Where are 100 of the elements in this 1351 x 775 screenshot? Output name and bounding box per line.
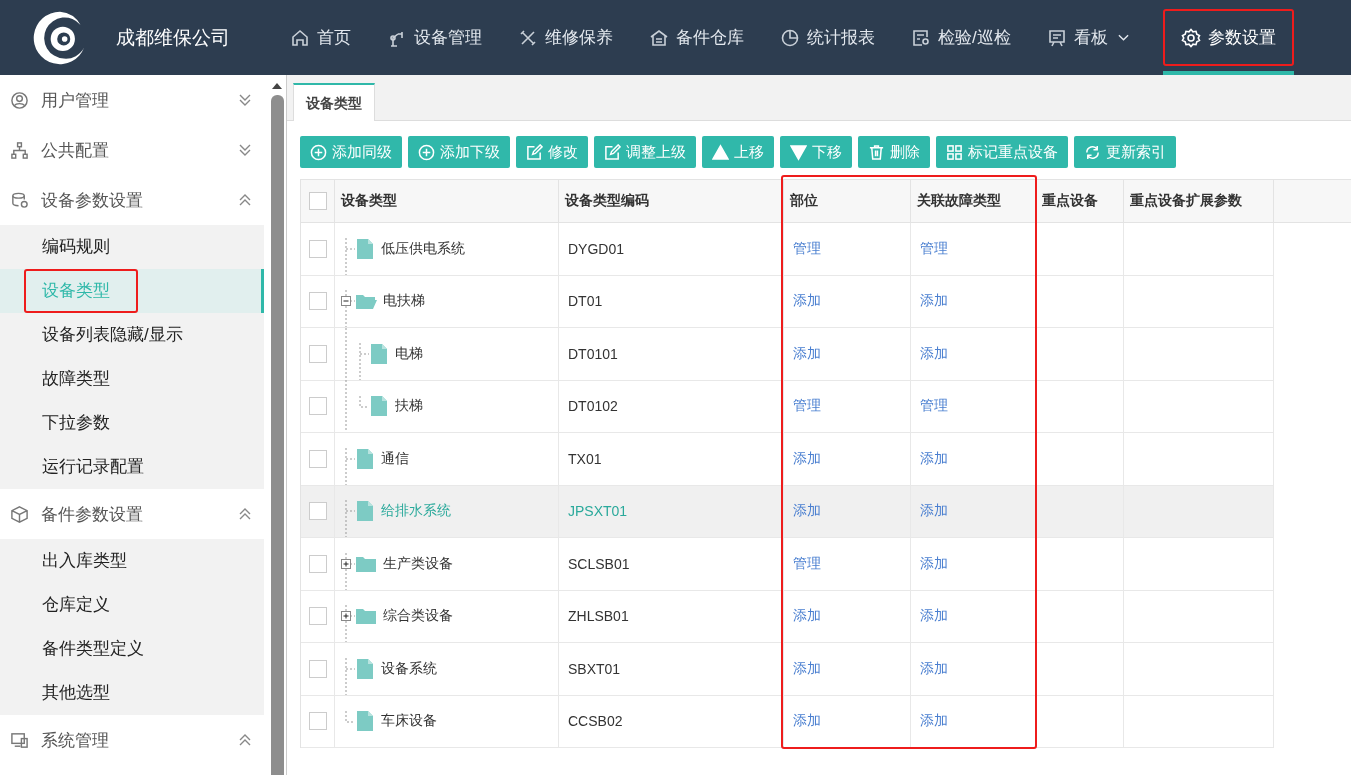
monitor-icon — [10, 730, 29, 750]
row-checkbox[interactable] — [308, 292, 327, 311]
refresh-icon — [1084, 143, 1101, 161]
parts-link[interactable]: 添加 — [793, 502, 821, 521]
user-icon — [10, 90, 29, 110]
table-cell: TX01 — [559, 433, 784, 486]
nav-item[interactable]: 维修保养 — [500, 0, 631, 75]
row-checkbox[interactable] — [308, 554, 327, 573]
row-checkbox[interactable] — [308, 397, 327, 416]
nav-item[interactable]: 看板 — [1028, 0, 1147, 75]
sidebar-item[interactable]: 仓库定义 — [0, 583, 264, 627]
parts-link[interactable]: 管理 — [793, 239, 821, 258]
row-checkbox[interactable] — [308, 449, 327, 468]
table-cell: SBXT01 — [559, 643, 784, 696]
row-checkbox[interactable] — [308, 502, 327, 521]
collapse-icon — [238, 733, 252, 747]
expand-toggle-icon[interactable] — [341, 552, 355, 590]
parts-link[interactable]: 管理 — [793, 397, 821, 416]
company-name: 成都维保公司 — [116, 25, 230, 50]
document-icon — [357, 658, 373, 679]
tree-node-label[interactable]: 电扶梯 — [383, 292, 425, 311]
document-icon — [357, 501, 373, 522]
fault-types-link[interactable]: 添加 — [920, 502, 948, 521]
sidebar-item[interactable]: 下拉参数 — [0, 401, 264, 445]
row-checkbox[interactable] — [308, 607, 327, 626]
row-checkbox[interactable] — [308, 239, 327, 258]
house-icon — [649, 27, 669, 48]
tree-node-label[interactable]: 设备系统 — [381, 659, 437, 678]
fault-types-link[interactable]: 管理 — [920, 397, 948, 416]
tree-node-label[interactable]: 生产类设备 — [383, 554, 453, 573]
row-checkbox[interactable] — [308, 659, 327, 678]
sidebar-item[interactable]: 编码规则 — [0, 225, 264, 269]
nav-item[interactable]: 设备管理 — [369, 0, 500, 75]
tab[interactable]: 设备类型 — [293, 83, 375, 121]
sidebar-item[interactable]: 故障类型 — [0, 357, 264, 401]
parts-link[interactable]: 添加 — [793, 659, 821, 678]
collapse-toggle-icon[interactable] — [341, 290, 355, 327]
folder-icon — [355, 607, 377, 626]
parts-link[interactable]: 添加 — [793, 344, 821, 363]
fault-types-link[interactable]: 添加 — [920, 607, 948, 626]
tree-node-label[interactable]: 低压供电系统 — [381, 239, 465, 258]
sidebar-item[interactable]: 运行记录配置 — [0, 445, 264, 489]
plus-circle-icon — [310, 143, 327, 161]
sidebar-item[interactable]: 其他选型 — [0, 671, 264, 715]
tree-node-label[interactable]: 综合类设备 — [383, 607, 453, 626]
trash-icon — [868, 143, 885, 161]
tree-node-label[interactable]: 通信 — [381, 449, 409, 468]
expand-icon — [238, 93, 252, 107]
open-folder-icon — [355, 292, 377, 311]
nav-item[interactable]: 统计报表 — [762, 0, 893, 75]
fault-types-link[interactable]: 添加 — [920, 712, 948, 731]
nav-item[interactable]: 检验/巡检 — [893, 0, 1029, 75]
scroll-up-icon — [272, 83, 282, 89]
table-cell: DYGD01 — [559, 223, 784, 276]
document-icon — [357, 238, 373, 259]
sidebar-item[interactable]: 出入库类型 — [0, 539, 264, 583]
parts-link[interactable]: 添加 — [793, 449, 821, 468]
parts-link[interactable]: 添加 — [793, 712, 821, 731]
parts-link[interactable]: 管理 — [793, 554, 821, 573]
table-cell: SCLSB01 — [559, 538, 784, 591]
column-header: 部位 — [784, 179, 911, 223]
fault-types-link[interactable]: 添加 — [920, 659, 948, 678]
plus-circle-icon — [418, 143, 435, 161]
edit-icon — [604, 143, 621, 161]
sidebar-item[interactable]: 备件类型定义 — [0, 627, 264, 671]
database-icon — [10, 190, 29, 210]
tree-node-label[interactable]: 车床设备 — [381, 712, 437, 731]
row-checkbox[interactable] — [308, 712, 327, 731]
nav-item[interactable]: 首页 — [272, 0, 369, 75]
column-header: 关联故障类型 — [911, 179, 1036, 223]
tools-icon — [518, 27, 538, 48]
select-all-checkbox[interactable] — [308, 192, 327, 210]
tree-node-label[interactable]: 电梯 — [395, 344, 423, 363]
tree-node-label[interactable]: 扶梯 — [395, 397, 423, 416]
fault-types-link[interactable]: 添加 — [920, 344, 948, 363]
sidebar-item[interactable]: 设备列表隐藏/显示 — [0, 313, 264, 357]
edit-icon — [526, 143, 543, 161]
document-icon — [357, 711, 373, 732]
column-header: 重点设备 — [1036, 179, 1124, 223]
cube-icon — [10, 504, 29, 524]
table-cell: JPSXT01 — [559, 485, 784, 538]
caret-icon — [1117, 33, 1129, 42]
table-cell: CCSB02 — [559, 695, 784, 748]
parts-link[interactable]: 添加 — [793, 607, 821, 626]
fault-types-link[interactable]: 添加 — [920, 554, 948, 573]
expand-toggle-icon[interactable] — [341, 605, 355, 642]
fault-types-link[interactable]: 添加 — [920, 449, 948, 468]
collapse-icon — [238, 507, 252, 521]
column-header: 设备类型编码 — [559, 179, 784, 223]
presentation-board-icon — [1046, 27, 1067, 48]
parts-link[interactable]: 添加 — [793, 292, 821, 311]
row-checkbox[interactable] — [308, 344, 327, 363]
column-header: 重点设备扩展参数 — [1124, 179, 1274, 223]
up-triangle-icon — [712, 143, 729, 161]
nav-item[interactable]: 备件仓库 — [631, 0, 762, 75]
fault-types-link[interactable]: 添加 — [920, 292, 948, 311]
fault-types-link[interactable]: 管理 — [920, 239, 948, 258]
settings-icon — [1180, 27, 1201, 48]
document-icon — [371, 396, 387, 417]
document-icon — [371, 343, 387, 364]
